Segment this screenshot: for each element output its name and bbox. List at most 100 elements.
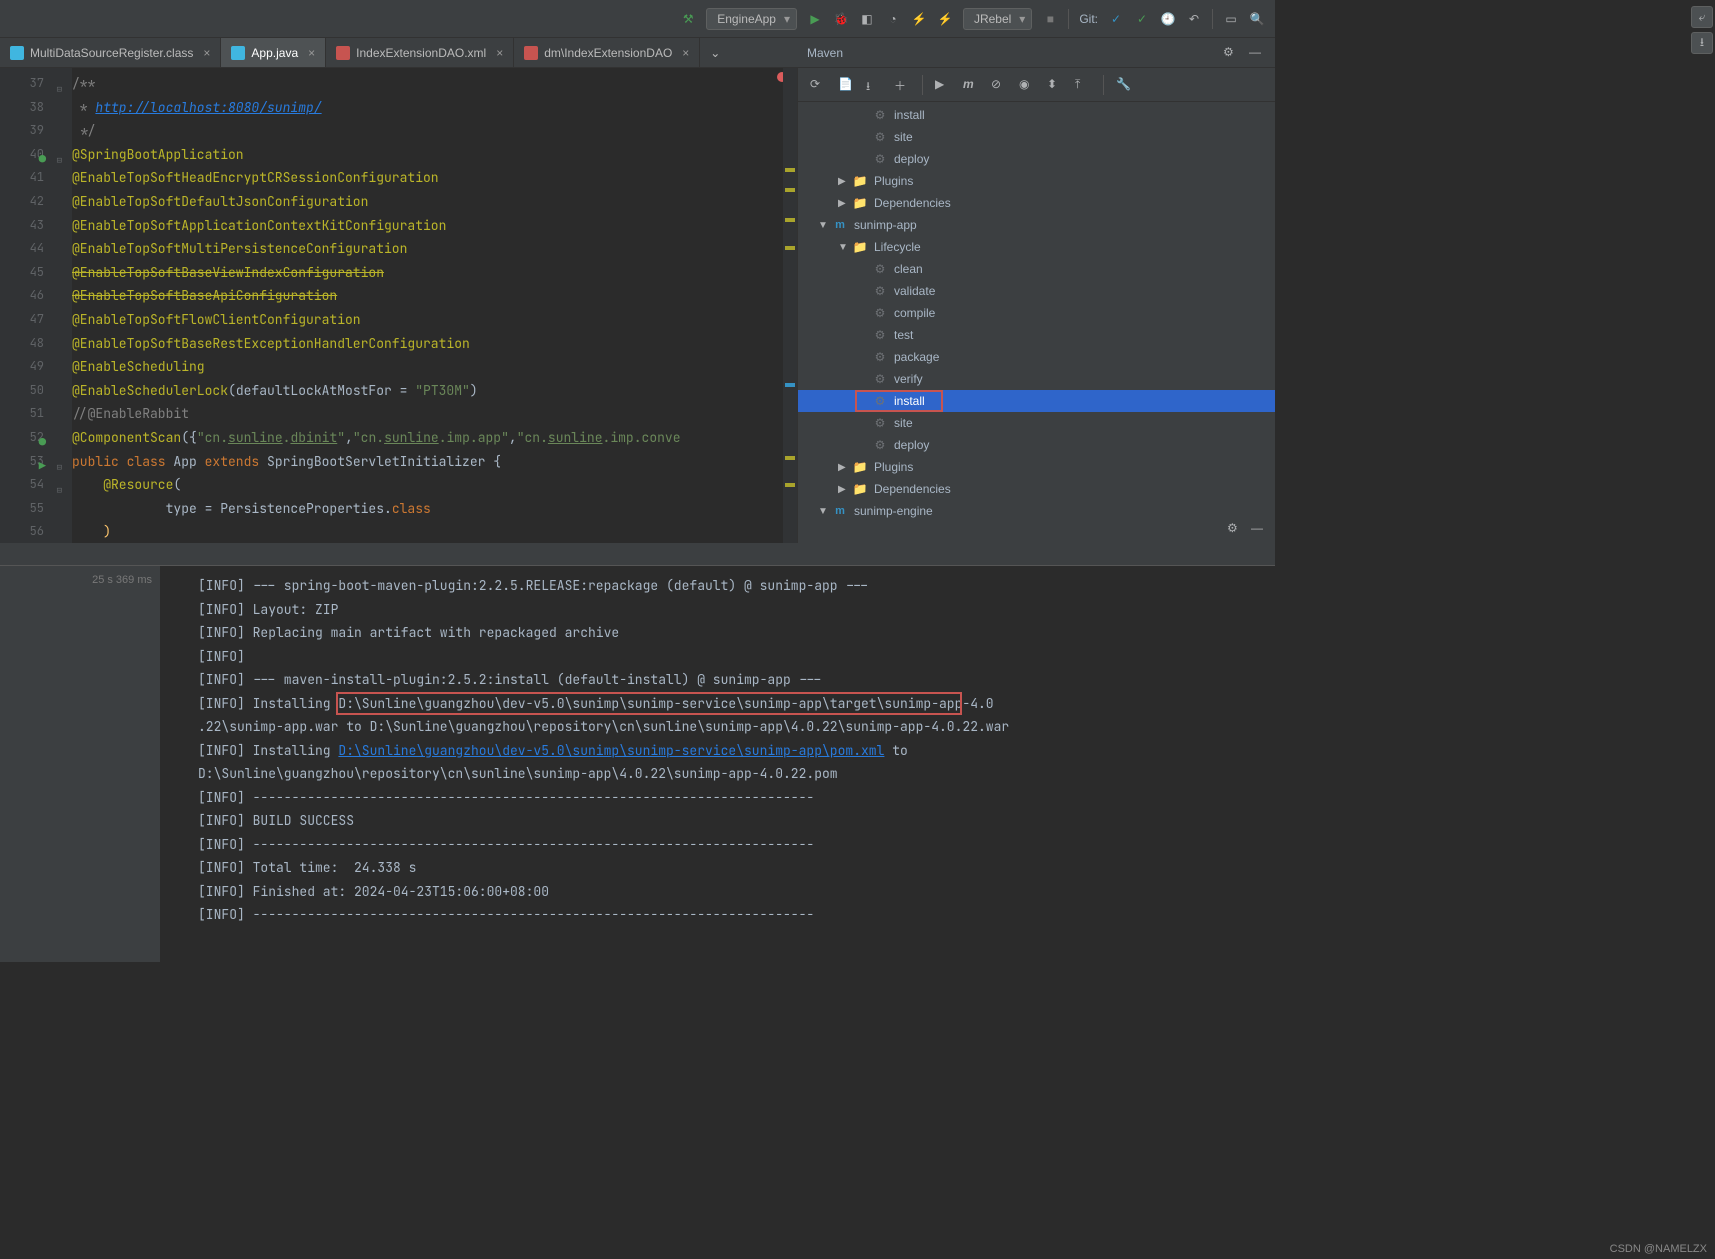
file-link[interactable]: D:\Sunline\guangzhou\dev-v5.0\sunimp\sun…: [338, 742, 884, 759]
fold-icon[interactable]: ⊟: [52, 149, 62, 159]
maven-tree-item[interactable]: ▼📁Lifecycle: [798, 236, 1275, 258]
fold-icon[interactable]: [52, 290, 62, 300]
editor-tab[interactable]: IndexExtensionDAO.xml×: [326, 38, 514, 67]
maven-tree-item[interactable]: ⚙site: [798, 126, 1275, 148]
maven-tree-item[interactable]: ▼msunimp-engine: [798, 500, 1275, 522]
jrebel-combo[interactable]: JRebel: [963, 8, 1032, 30]
maven-tree-item[interactable]: ⚙install: [798, 390, 1275, 412]
editor-tab[interactable]: MultiDataSourceRegister.class×: [0, 38, 221, 67]
search-icon[interactable]: 🔍: [1249, 11, 1265, 27]
fold-icon[interactable]: ⊟: [52, 479, 62, 489]
execute-goal-icon[interactable]: m: [963, 77, 979, 93]
show-dependencies-icon[interactable]: ⬍: [1047, 77, 1063, 93]
maven-tree-item[interactable]: ▶📁Dependencies: [798, 192, 1275, 214]
fold-icon[interactable]: [52, 172, 62, 182]
fold-icon[interactable]: [52, 220, 62, 230]
fold-icon[interactable]: ⊟: [52, 456, 62, 466]
close-icon[interactable]: ×: [203, 46, 210, 60]
editor-tab[interactable]: App.java×: [221, 38, 326, 67]
chevron-icon[interactable]: ▶: [838, 462, 852, 473]
fold-icon[interactable]: [52, 503, 62, 513]
git-commit-icon[interactable]: ✓: [1134, 11, 1150, 27]
stop-icon[interactable]: ■: [1042, 11, 1058, 27]
fold-icon[interactable]: [52, 102, 62, 112]
download-icon[interactable]: ⭳: [866, 77, 882, 93]
fold-icon[interactable]: [52, 267, 62, 277]
maven-tree-item[interactable]: ⚙deploy: [798, 434, 1275, 456]
fold-icon[interactable]: [52, 314, 62, 324]
git-rollback-icon[interactable]: ↶: [1186, 11, 1202, 27]
run-maven-icon[interactable]: ▶: [935, 77, 951, 93]
code-area[interactable]: /** * http://localhost:8080/sunimp/ */@S…: [72, 68, 797, 543]
fold-icon[interactable]: [52, 125, 62, 135]
close-icon[interactable]: ×: [496, 46, 503, 60]
editor-tab[interactable]: dm\IndexExtensionDAO×: [514, 38, 700, 67]
maven-tree-item[interactable]: ▼msunimp-app: [798, 214, 1275, 236]
close-icon[interactable]: ×: [308, 46, 315, 60]
fold-icon[interactable]: [52, 385, 62, 395]
fold-icon[interactable]: [52, 196, 62, 206]
debug-icon[interactable]: 🐞: [833, 11, 849, 27]
run-config-combo[interactable]: EngineApp: [706, 8, 797, 30]
chevron-icon[interactable]: ▼: [838, 242, 852, 253]
maven-tree-item[interactable]: ⚙deploy: [798, 148, 1275, 170]
code-editor[interactable]: 37⊟383940●⊟414243444546474849505152●53▶⊟…: [0, 68, 797, 543]
toggle-offline-icon[interactable]: ⊘: [991, 77, 1007, 93]
settings-icon[interactable]: 🔧: [1116, 77, 1132, 93]
fold-icon[interactable]: [52, 526, 62, 536]
add-icon[interactable]: ＋: [894, 77, 910, 93]
coverage-icon[interactable]: ◧: [859, 11, 875, 27]
toggle-skip-tests-icon[interactable]: ◉: [1019, 77, 1035, 93]
maven-tree-item[interactable]: ▶📁Dependencies: [798, 478, 1275, 500]
chevron-icon[interactable]: ▶: [838, 176, 852, 187]
maven-tree-item[interactable]: ⚙test: [798, 324, 1275, 346]
maven-tree[interactable]: ⚙install⚙site⚙deploy▶📁Plugins▶📁Dependenc…: [798, 102, 1275, 543]
git-update-icon[interactable]: ✓: [1108, 11, 1124, 27]
chevron-icon[interactable]: ▼: [818, 506, 832, 517]
fold-icon[interactable]: [52, 243, 62, 253]
scroll-end-icon[interactable]: ⭳: [1691, 32, 1713, 54]
reload-icon[interactable]: ⟳: [810, 77, 826, 93]
jrebel-debug-icon[interactable]: ⚡: [937, 11, 953, 27]
maven-tree-item[interactable]: ⚙clean: [798, 258, 1275, 280]
jrebel-run-icon[interactable]: ⚡: [911, 11, 927, 27]
chevron-icon[interactable]: ▶: [838, 484, 852, 495]
maven-tree-item[interactable]: ⚙validate: [798, 280, 1275, 302]
maven-tree-item[interactable]: ▶📁Plugins: [798, 170, 1275, 192]
maven-tree-item[interactable]: ⚙site: [798, 412, 1275, 434]
fold-icon[interactable]: [52, 361, 62, 371]
fold-icon[interactable]: [52, 408, 62, 418]
generate-sources-icon[interactable]: 📄: [838, 77, 854, 93]
minimize-icon[interactable]: —: [1249, 45, 1265, 61]
maven-tree-item[interactable]: ⚙compile: [798, 302, 1275, 324]
gutter-run-icon[interactable]: ●: [34, 431, 46, 443]
profile-icon[interactable]: ◔: [885, 11, 901, 27]
folder-icon: 📁: [852, 481, 868, 497]
run-icon[interactable]: ▶: [807, 11, 823, 27]
gear-icon: ⚙: [872, 107, 888, 123]
fold-icon[interactable]: ⊟: [52, 78, 62, 88]
chevron-icon[interactable]: ▼: [818, 220, 832, 231]
close-icon[interactable]: ×: [682, 46, 689, 60]
soft-wrap-icon[interactable]: ⤶: [1691, 6, 1713, 28]
chevron-icon[interactable]: ▶: [838, 198, 852, 209]
tabs-overflow[interactable]: ⌄: [700, 38, 730, 67]
fold-icon[interactable]: [52, 338, 62, 348]
collapse-all-icon[interactable]: ⤒: [1075, 77, 1091, 93]
maven-tree-item[interactable]: ▶📁Plugins: [798, 456, 1275, 478]
gear-icon[interactable]: ⚙: [1223, 45, 1239, 61]
gutter-run-icon[interactable]: ●: [34, 148, 46, 160]
git-history-icon[interactable]: 🕘: [1160, 11, 1176, 27]
db-icon[interactable]: ▭: [1223, 11, 1239, 27]
hammer-icon[interactable]: ⚒: [680, 11, 696, 27]
console-minimize-icon[interactable]: —: [1251, 521, 1267, 537]
maven-tree-item[interactable]: ⚙install: [798, 104, 1275, 126]
gutter-run-icon[interactable]: ▶: [34, 455, 46, 467]
fold-icon[interactable]: [52, 432, 62, 442]
folder-icon: 📁: [852, 173, 868, 189]
maven-tree-item[interactable]: ⚙verify: [798, 368, 1275, 390]
maven-tree-item[interactable]: ⚙package: [798, 346, 1275, 368]
marker-bar[interactable]: [783, 68, 797, 543]
console-gear-icon[interactable]: ⚙: [1227, 521, 1243, 537]
console-output[interactable]: [INFO] --- spring-boot-maven-plugin:2.2.…: [160, 566, 1275, 962]
